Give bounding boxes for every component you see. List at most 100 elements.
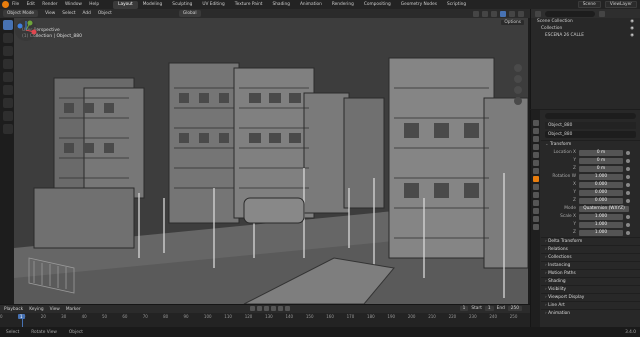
tab-compositing[interactable]: Compositing — [359, 1, 396, 9]
menu-render[interactable]: Render — [42, 2, 57, 7]
physics-tab-icon[interactable] — [532, 200, 539, 206]
object-name-field[interactable]: Object_880 — [545, 131, 636, 138]
transform-tool-icon[interactable] — [3, 85, 13, 95]
zoom-icon[interactable] — [514, 64, 522, 72]
navigation-gizmo-icon[interactable] — [14, 18, 38, 42]
scale-y-field[interactable]: Y 1.000 — [541, 221, 640, 228]
select-tool-icon[interactable] — [3, 20, 13, 30]
end-frame-field[interactable]: 250 — [507, 306, 522, 311]
xray-icon[interactable] — [482, 10, 488, 17]
outliner-search[interactable] — [545, 10, 595, 17]
camera-icon[interactable] — [514, 86, 522, 94]
object-tab-icon[interactable] — [532, 176, 539, 182]
tab-animation[interactable]: Animation — [295, 1, 327, 9]
keying-menu[interactable]: Keying — [29, 307, 43, 312]
shading-section[interactable]: Shading — [541, 277, 640, 285]
data-tab-icon[interactable] — [532, 216, 539, 222]
play-reverse-icon[interactable] — [264, 306, 269, 311]
current-frame-field[interactable]: 1 — [459, 306, 469, 311]
mode-dropdown[interactable]: Object Mode — [3, 10, 39, 17]
outliner-row[interactable]: Scene Collection ◉ — [531, 18, 640, 25]
playback-menu[interactable]: Playback — [4, 307, 23, 312]
scale-x-field[interactable]: Scale X 1.000 — [541, 213, 640, 220]
rotation-z-field[interactable]: Z 0.000 — [541, 197, 640, 204]
outliner-row[interactable]: Collection ◉ — [531, 25, 640, 32]
transform-section[interactable]: Transform — [541, 140, 640, 148]
perspective-toggle-icon[interactable] — [514, 97, 522, 105]
annotate-tool-icon[interactable] — [3, 98, 13, 108]
world-tab-icon[interactable] — [532, 160, 539, 166]
rotation-x-field[interactable]: X 0.000 — [541, 181, 640, 188]
menu-edit[interactable]: Edit — [27, 2, 35, 7]
outliner-row[interactable]: ESCENA 26 CALLE ◉ — [531, 32, 640, 39]
tab-texture-paint[interactable]: Texture Paint — [230, 1, 268, 9]
jump-end-icon[interactable] — [285, 306, 290, 311]
tab-geometry-nodes[interactable]: Geometry Nodes — [396, 1, 442, 9]
tab-sculpting[interactable]: Sculpting — [167, 1, 197, 9]
wireframe-shading-icon[interactable] — [491, 10, 497, 17]
view-layer-tab-icon[interactable] — [532, 144, 539, 150]
filter-icon[interactable] — [599, 10, 605, 17]
collections-section[interactable]: Collections — [541, 253, 640, 261]
rotation-w-field[interactable]: Rotation W 1.000 — [541, 173, 640, 180]
tab-layout[interactable]: Layout — [113, 0, 138, 9]
add-menu[interactable]: Add — [83, 11, 91, 16]
view-menu[interactable]: View — [45, 11, 55, 16]
timeline-view-menu[interactable]: View — [50, 307, 60, 312]
material-tab-icon[interactable] — [532, 224, 539, 230]
add-cube-tool-icon[interactable] — [3, 124, 13, 134]
modifier-tab-icon[interactable] — [532, 184, 539, 190]
scale-tool-icon[interactable] — [3, 72, 13, 82]
move-tool-icon[interactable] — [3, 46, 13, 56]
motion-paths-section[interactable]: Motion Paths — [541, 269, 640, 277]
orientation-dropdown[interactable]: Global — [178, 10, 201, 17]
properties-search[interactable] — [545, 113, 636, 119]
location-x-field[interactable]: Location X0 m — [541, 149, 640, 156]
blender-logo-icon[interactable] — [2, 1, 9, 8]
rotation-y-field[interactable]: Y 0.000 — [541, 189, 640, 196]
line-art-section[interactable]: Line Art — [541, 301, 640, 309]
start-frame-field[interactable]: 1 — [484, 306, 494, 311]
menu-help[interactable]: Help — [89, 2, 99, 7]
constraints-tab-icon[interactable] — [532, 208, 539, 214]
material-shading-icon[interactable] — [509, 10, 515, 17]
delta-transform-section[interactable]: Delta Transform — [541, 237, 640, 245]
collection-tab-icon[interactable] — [532, 168, 539, 174]
outliner-mode-icon[interactable] — [535, 10, 541, 17]
object-menu[interactable]: Object — [98, 11, 112, 16]
marker-menu[interactable]: Marker — [66, 307, 81, 312]
cursor-tool-icon[interactable] — [3, 33, 13, 43]
rendered-shading-icon[interactable] — [518, 10, 524, 17]
menu-file[interactable]: File — [12, 2, 19, 7]
jump-start-icon[interactable] — [250, 306, 255, 311]
location-z-field[interactable]: Z0 m — [541, 165, 640, 172]
rotate-tool-icon[interactable] — [3, 59, 13, 69]
prev-key-icon[interactable] — [257, 306, 262, 311]
select-menu[interactable]: Select — [62, 11, 75, 16]
measure-tool-icon[interactable] — [3, 111, 13, 121]
3d-viewport[interactable]: User Perspective (1) Collection | Object… — [14, 18, 528, 304]
viewport-display-section[interactable]: Viewport Display — [541, 293, 640, 301]
options-dropdown[interactable]: Options — [501, 20, 524, 25]
tab-rendering[interactable]: Rendering — [327, 1, 359, 9]
menu-window[interactable]: Window — [65, 2, 82, 7]
frame-ruler[interactable]: 0102030405060708090100110120130140150160… — [0, 314, 530, 321]
particles-tab-icon[interactable] — [532, 192, 539, 198]
output-tab-icon[interactable] — [532, 136, 539, 142]
next-key-icon[interactable] — [278, 306, 283, 311]
play-icon[interactable] — [271, 306, 276, 311]
pan-icon[interactable] — [514, 75, 522, 83]
render-tab-icon[interactable] — [532, 128, 539, 134]
scale-z-field[interactable]: Z 1.000 — [541, 229, 640, 236]
scene-selector[interactable]: Scene — [577, 1, 601, 8]
tab-shading[interactable]: Shading — [267, 1, 294, 9]
instancing-section[interactable]: Instancing — [541, 261, 640, 269]
rotation-mode-dropdown[interactable]: Mode Quaternion (WXYZ) — [541, 205, 640, 212]
relations-section[interactable]: Relations — [541, 245, 640, 253]
tab-modeling[interactable]: Modeling — [138, 1, 168, 9]
tool-tab-icon[interactable] — [532, 120, 539, 126]
solid-shading-icon[interactable] — [500, 10, 506, 17]
visibility-section[interactable]: Visibility — [541, 285, 640, 293]
tab-scripting[interactable]: Scripting — [442, 1, 471, 9]
tab-uv-editing[interactable]: UV Editing — [197, 1, 229, 9]
